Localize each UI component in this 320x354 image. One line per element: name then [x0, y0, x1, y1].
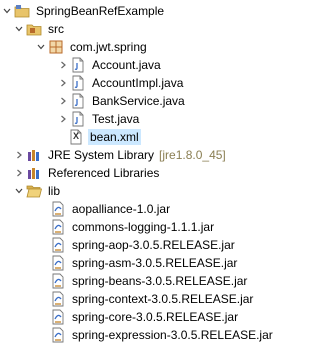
chevron-down-icon[interactable] [2, 2, 12, 20]
jar-icon [50, 273, 66, 289]
tree-item-package[interactable]: com.jwt.spring [36, 38, 149, 56]
java-file-icon [70, 93, 86, 109]
tree-item-label: SpringBeanRefExample [36, 4, 165, 18]
tree-item-jar[interactable]: commons-logging-1.1.1.jar [48, 218, 216, 236]
tree-item-label: lib [48, 184, 61, 198]
tree-item-label: bean.xml [88, 129, 141, 145]
jar-icon [50, 255, 66, 271]
tree-item-label: Referenced Libraries [48, 166, 160, 180]
tree-item-jar[interactable]: spring-core-3.0.5.RELEASE.jar [48, 308, 240, 326]
chevron-right-icon[interactable] [58, 92, 68, 110]
tree-item-label: commons-logging-1.1.1.jar [72, 220, 215, 234]
xml-file-icon: X [68, 129, 84, 145]
package-icon [48, 39, 64, 55]
jar-icon [50, 201, 66, 217]
java-file-icon [70, 57, 86, 73]
tree-item-label: spring-context-3.0.5.RELEASE.jar [72, 292, 254, 306]
jre-version-decoration: [jre1.8.0_45] [159, 148, 226, 162]
folder-open-icon [26, 183, 42, 199]
tree-item-java-file[interactable]: Test.java [58, 110, 141, 128]
tree-item-label: aopalliance-1.0.jar [72, 202, 171, 216]
jar-icon [50, 237, 66, 253]
tree-item-jar[interactable]: spring-beans-3.0.5.RELEASE.jar [48, 272, 249, 290]
chevron-down-icon[interactable] [14, 20, 24, 38]
project-folder-icon [14, 3, 30, 19]
tree-item-label: JRE System Library [48, 148, 155, 162]
tree-item-jre-library[interactable]: JRE System Library [jre1.8.0_45] [14, 146, 226, 164]
tree-item-jar[interactable]: aopalliance-1.0.jar [48, 200, 172, 218]
tree-item-label: BankService.java [92, 94, 185, 108]
tree-item-jar[interactable]: spring-expression-3.0.5.RELEASE.jar [48, 326, 275, 344]
chevron-right-icon[interactable] [58, 74, 68, 92]
tree-item-src[interactable]: src [14, 20, 66, 38]
jar-icon [50, 291, 66, 307]
jar-icon [50, 219, 66, 235]
tree-item-label: spring-core-3.0.5.RELEASE.jar [72, 310, 239, 324]
jar-icon [50, 309, 66, 325]
tree-item-java-file[interactable]: AccountImpl.java [58, 74, 185, 92]
tree-item-label: Test.java [92, 112, 140, 126]
chevron-down-icon[interactable] [14, 182, 24, 200]
tree-item-label: src [48, 22, 64, 36]
chevron-right-icon[interactable] [58, 56, 68, 74]
tree-item-label: Account.java [92, 58, 161, 72]
tree-item-label: spring-asm-3.0.5.RELEASE.jar [72, 256, 238, 270]
tree-item-jar[interactable]: spring-context-3.0.5.RELEASE.jar [48, 290, 255, 308]
source-folder-icon [26, 21, 42, 37]
tree-item-bean-xml[interactable]: X bean.xml [56, 128, 141, 146]
tree-item-jar[interactable]: spring-aop-3.0.5.RELEASE.jar [48, 236, 237, 254]
tree-item-lib-folder[interactable]: lib [14, 182, 62, 200]
java-file-icon [70, 111, 86, 127]
tree-item-referenced-libraries[interactable]: Referenced Libraries [14, 164, 161, 182]
tree-item-jar[interactable]: spring-asm-3.0.5.RELEASE.jar [48, 254, 239, 272]
tree-item-project[interactable]: SpringBeanRefExample [2, 2, 166, 20]
jar-icon [50, 327, 66, 343]
tree-item-label: spring-beans-3.0.5.RELEASE.jar [72, 274, 248, 288]
tree-item-label: AccountImpl.java [92, 76, 184, 90]
library-icon [26, 147, 42, 163]
chevron-right-icon[interactable] [58, 110, 68, 128]
tree-item-label: spring-aop-3.0.5.RELEASE.jar [72, 238, 235, 252]
tree-item-label: com.jwt.spring [70, 40, 147, 54]
chevron-right-icon[interactable] [14, 146, 24, 164]
tree-item-java-file[interactable]: BankService.java [58, 92, 187, 110]
tree-item-label: spring-expression-3.0.5.RELEASE.jar [72, 328, 273, 342]
chevron-down-icon[interactable] [36, 38, 46, 56]
tree-item-java-file[interactable]: Account.java [58, 56, 163, 74]
chevron-right-icon[interactable] [14, 164, 24, 182]
java-file-icon [70, 75, 86, 91]
library-icon [26, 165, 42, 181]
